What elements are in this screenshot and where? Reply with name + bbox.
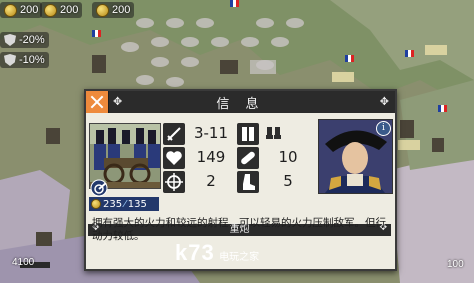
gold-counter-1: 200: [0, 2, 43, 18]
heart-icon: [163, 147, 185, 169]
morale-count: 135: [127, 198, 147, 210]
gold-coin-icon: [96, 3, 109, 17]
cannon-badge-icon: [90, 179, 108, 197]
health-value: 149: [196, 148, 226, 166]
watermark-subtitle: 电玩之家: [219, 252, 260, 263]
unit-type-badge: [89, 179, 111, 197]
unit-hp-right: 100: [447, 259, 464, 270]
shield-icon: [4, 34, 16, 46]
attack-value: 3-11: [193, 124, 229, 142]
armor-icon: [237, 123, 259, 145]
crosshair-icon: [163, 171, 185, 193]
supply-value: 10: [278, 148, 298, 166]
soldier-count: 235: [103, 198, 123, 210]
watermark-logo: k73: [175, 240, 215, 265]
bonus-indicator-2: -10%: [0, 52, 49, 68]
boot-icon: [237, 171, 259, 193]
dialog-titlebar: ✥ 信 息 ✥: [86, 91, 395, 113]
gold-counter-3: 200: [92, 2, 135, 18]
gold-value-2: 200: [60, 4, 79, 16]
bonus-value-2: -10%: [19, 54, 45, 66]
watermark: k73 电玩之家: [175, 240, 259, 266]
bandage-icon: [237, 147, 259, 169]
bonus-indicator-1: -20%: [0, 32, 49, 48]
movement-value: 5: [283, 172, 293, 190]
gold-coin-icon: [44, 3, 57, 17]
unit-strength-bar: 235 ⁄ 135: [89, 197, 159, 211]
ornament-icon: ✥: [379, 95, 389, 108]
dialog-title: 信 息: [216, 97, 265, 112]
sword-icon: [163, 123, 185, 145]
unit-hp-left: 4100: [12, 257, 35, 268]
gold-value-3: 200: [112, 4, 131, 16]
shield-icon: [4, 54, 16, 66]
gold-coin-icon: [4, 3, 17, 17]
boots-icon: [264, 123, 284, 145]
soldier-icon: [91, 199, 101, 209]
bonus-value-1: -20%: [19, 34, 45, 46]
info-icon[interactable]: i: [376, 121, 391, 136]
musket-icon: ⁄: [124, 198, 126, 210]
gold-counter-2: 200: [40, 2, 83, 18]
gold-value-1: 200: [20, 4, 39, 16]
range-value: 2: [206, 172, 216, 190]
